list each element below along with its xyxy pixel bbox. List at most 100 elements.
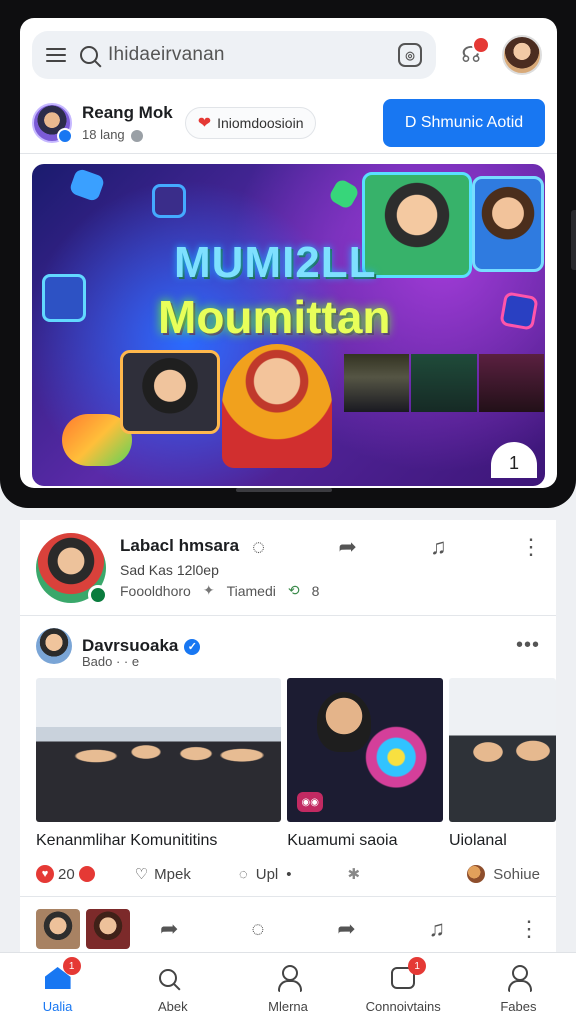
reaction-count[interactable]: ♥ 20 [36, 865, 95, 883]
profile-info: Reang Mok 18 lang [82, 103, 173, 142]
gallery-photo[interactable]: ◉◉ [287, 678, 443, 822]
music-note-icon[interactable]: ♫ [430, 534, 447, 560]
settings-icon [130, 129, 143, 142]
online-badge-icon [88, 584, 108, 605]
comment-icon[interactable]: ◌ [251, 916, 264, 942]
banner-character [222, 344, 332, 468]
home-indicator [236, 488, 332, 492]
link-icon: ⟲ [287, 582, 300, 598]
post-meta-left: Foooldhoro [120, 582, 191, 599]
music-app-icon [42, 274, 86, 322]
emoji-icon [467, 865, 486, 883]
profile-subtitle: 18 lang [82, 127, 173, 142]
notification-dot [472, 36, 490, 54]
dot-icon: • [286, 865, 292, 883]
post-author-name[interactable]: Davrsuoaka [82, 636, 178, 655]
share-icon[interactable]: ➦ [160, 916, 178, 942]
reaction-bar: ♥ 20 ♡ Mpek ◌ Upl • ✱ Sohiue [20, 852, 556, 896]
profile-avatar-small[interactable] [32, 102, 73, 144]
creator-card-3 [120, 350, 220, 434]
nav-badge: 1 [408, 957, 427, 975]
post-meta-mid: Tiamedi [226, 582, 276, 599]
comment-icon: ◌ [238, 865, 248, 883]
music-note-icon[interactable]: ♫ [429, 916, 446, 942]
search-bar[interactable]: Ihidaeirvanan ◎ [32, 31, 436, 79]
share-icon[interactable]: ✱ [348, 865, 361, 883]
more-options-icon[interactable]: ⋮ [520, 534, 542, 560]
more-options-icon[interactable]: ••• [516, 634, 540, 657]
post-author-name-row: Davrsuoaka ✓ [82, 636, 201, 656]
feed-post[interactable]: Labacl hmsara Sad Kas 12l0ep Foooldhoro … [20, 520, 556, 616]
post-subtitle: Sad Kas 12l0ep [120, 562, 219, 578]
nav-label: Abek [157, 999, 188, 1014]
profile-subtitle-text: 18 lang [82, 127, 125, 142]
gallery-caption: Kenanmlihar Komunititins [36, 832, 218, 849]
search-icon [80, 46, 98, 64]
nav-item-search[interactable]: Abek [115, 953, 230, 1024]
feed: Labacl hmsara Sad Kas 12l0ep Foooldhoro … [20, 520, 556, 961]
comment-label: Upl [255, 865, 279, 883]
post-thumbnail[interactable] [86, 909, 130, 949]
promo-banner[interactable]: MUMI2LL Moumittan 1 [32, 164, 545, 486]
home-icon: 1 [43, 957, 81, 993]
bottom-navigation: 1 Ualia Abek Mlerna 1 Connoivtains Fabes [0, 952, 576, 1024]
nav-item-people[interactable]: Mlerna [230, 953, 345, 1024]
nav-item-messages[interactable]: 1 Connoivtains [346, 953, 461, 1024]
reaction-count-text: 20 [58, 865, 75, 883]
post-gallery: ◉◉ [20, 678, 556, 822]
top-bar: Ihidaeirvanan ◎ ☊ [20, 18, 557, 92]
gallery-caption: Kuamumi saoia [287, 832, 398, 849]
feed-post[interactable]: Davrsuoaka ✓ Bado · · e ••• ◉◉ Kenanmliha… [20, 616, 556, 897]
search-input[interactable]: Ihidaeirvanan [108, 44, 398, 66]
heart-reaction-icon: ♥ [36, 865, 54, 883]
post-meta-row: Foooldhoro ✦ Tiamedi ⟲ 8 [120, 582, 319, 599]
profile-chip-text: Iniomdoosioin [217, 114, 304, 131]
verified-badge-icon [57, 127, 73, 144]
comment-icon[interactable]: ◌ [252, 534, 265, 560]
post-meta-count: 8 [311, 582, 320, 599]
share-icon[interactable]: ➦ [338, 534, 356, 560]
profile-row: Reang Mok 18 lang ❤ Iniomdoosioin D Shmun… [20, 92, 557, 154]
comment-button[interactable]: ◌ Upl • [239, 866, 292, 883]
nav-label: Ualia [42, 999, 73, 1014]
menu-icon[interactable] [46, 48, 66, 62]
profile-chip[interactable]: ❤ Iniomdoosioin [184, 106, 317, 139]
banner-title-line1: MUMI2LL [174, 238, 377, 287]
post-author-avatar[interactable] [36, 532, 108, 605]
search-icon [158, 963, 188, 993]
nav-label: Connoivtains [365, 999, 441, 1014]
camera-deco-icon [152, 184, 186, 218]
banner-photo-strip [344, 354, 544, 412]
like-button[interactable]: ♡ Mpek [135, 865, 191, 884]
camera-icon[interactable]: ◎ [398, 43, 422, 67]
nav-item-profile[interactable]: Fabes [461, 953, 576, 1024]
profile-name[interactable]: Reang Mok [82, 103, 173, 123]
post-header: Davrsuoaka ✓ Bado · · e ••• [20, 616, 556, 676]
like-label: Mpek [154, 865, 191, 883]
profile-avatar[interactable] [502, 35, 542, 75]
primary-action-button[interactable]: D Shmunic Aotid [383, 98, 545, 147]
message-icon: 1 [388, 957, 427, 993]
gallery-captions: Kenanmlihar Komunititins Kuamumi saoia U… [20, 832, 556, 850]
save-label: Sohiue [493, 865, 540, 883]
notification-icon[interactable]: ☊ [454, 36, 490, 72]
verified-icon: ✓ [184, 638, 201, 655]
nav-label: Fabes [500, 999, 537, 1014]
creator-card-1 [362, 172, 472, 278]
save-button[interactable]: Sohiue [467, 865, 540, 883]
device-frame: Ihidaeirvanan ◎ ☊ Reang Mok 18 lang ❤ Ini… [0, 0, 576, 508]
forward-icon[interactable]: ➦ [337, 916, 355, 942]
nav-item-home[interactable]: 1 Ualia [0, 953, 115, 1024]
gallery-photo[interactable] [36, 678, 282, 822]
post-actions: ➦ ◌ ➦ ♫ ⋮ [160, 916, 540, 942]
music-tag-icon: ◉◉ [297, 792, 324, 812]
profile-icon [503, 963, 533, 993]
more-options-icon[interactable]: ⋮ [518, 916, 540, 942]
post-thumbnail[interactable] [36, 909, 80, 949]
reaction-dot-icon [78, 866, 95, 882]
post-subtitle: Bado · · e [82, 654, 140, 669]
gallery-photo[interactable] [448, 678, 556, 822]
nav-label: Mlerna [268, 999, 308, 1014]
deco-shape-icon [68, 167, 106, 203]
post-author-avatar[interactable] [36, 628, 72, 664]
